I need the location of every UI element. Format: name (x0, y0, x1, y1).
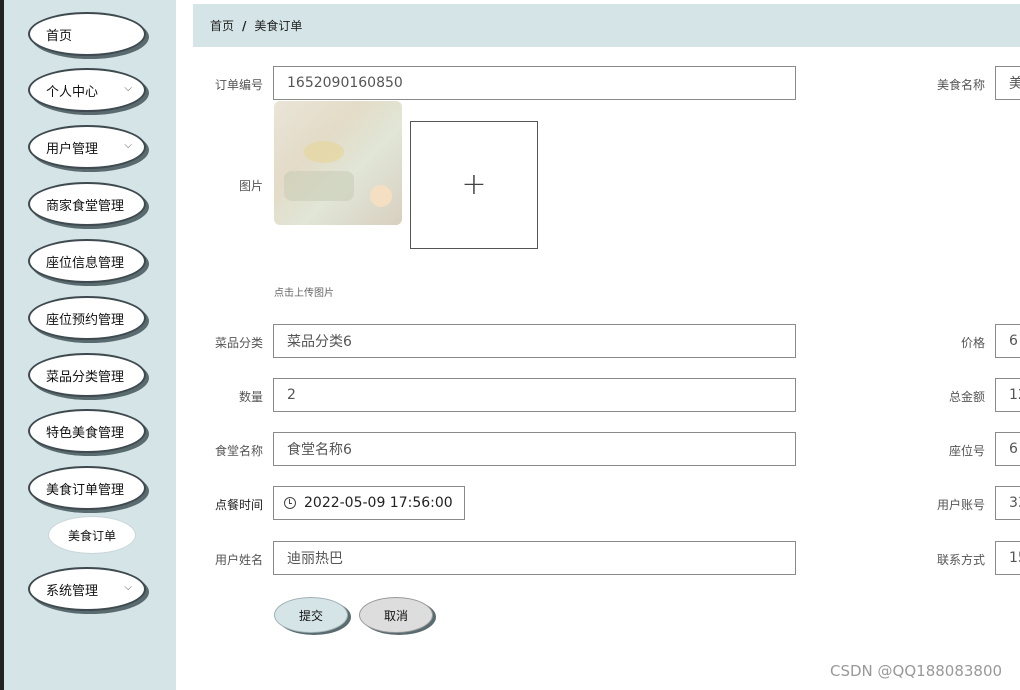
user-name-field[interactable]: 迪丽热巴 (273, 541, 796, 575)
seat-field[interactable]: 6 (995, 432, 1020, 466)
user-account-field[interactable]: 33 (995, 486, 1020, 520)
sidebar-item-label: 个人中心 (46, 84, 99, 100)
quantity-field[interactable]: 2 (273, 378, 796, 412)
sidebar-item-label: 座位预约管理 (46, 312, 125, 328)
sidebar-item-label: 菜品分类管理 (46, 369, 125, 385)
plus-icon: + (461, 167, 487, 202)
image-upload-button[interactable]: + (410, 121, 538, 249)
sidebar-item-home[interactable]: 首页 (28, 12, 146, 56)
sidebar: 首页 个人中心 ⌵ 用户管理 ⌵ 商家食堂管理 座位信息管理 座位预约管理 菜品… (4, 0, 176, 690)
submit-button[interactable]: 提交 (274, 597, 348, 633)
sidebar-item-label: 美食订单管理 (46, 482, 125, 498)
total-label: 总金额 (948, 390, 985, 404)
sidebar-item-user-management[interactable]: 用户管理 ⌵ (28, 125, 146, 169)
image-label: 图片 (238, 179, 263, 193)
total-field[interactable]: 12 (995, 378, 1020, 412)
sidebar-item-seat-info-management[interactable]: 座位信息管理 (28, 239, 146, 283)
user-account-label: 用户账号 (936, 498, 985, 512)
category-field[interactable]: 菜品分类6 (273, 324, 796, 358)
sidebar-item-label: 首页 (46, 28, 73, 44)
chevron-down-icon: ⌵ (124, 140, 132, 151)
sidebar-item-personal-center[interactable]: 个人中心 ⌵ (28, 68, 146, 112)
sidebar-subitem-food-orders[interactable]: 美食订单 (48, 516, 136, 554)
user-name-label: 用户姓名 (214, 553, 263, 567)
category-label: 菜品分类 (214, 336, 263, 350)
canteen-field[interactable]: 食堂名称6 (273, 432, 796, 466)
food-name-field[interactable]: 美 (995, 66, 1020, 100)
breadcrumb: 首页 / 美食订单 (193, 4, 1020, 47)
price-label: 价格 (960, 336, 985, 350)
breadcrumb-home[interactable]: 首页 (210, 17, 234, 34)
watermark: CSDN @QQ188083800 (830, 662, 1003, 680)
sidebar-item-seat-reservation-management[interactable]: 座位预约管理 (28, 296, 146, 340)
contact-label: 联系方式 (936, 553, 985, 567)
chevron-down-icon: ⌵ (124, 582, 132, 593)
sidebar-item-label: 系统管理 (46, 583, 99, 599)
seat-label: 座位号 (948, 444, 985, 458)
sidebar-item-label: 商家食堂管理 (46, 198, 125, 214)
sidebar-item-label: 特色美食管理 (46, 425, 125, 441)
sidebar-item-canteen-management[interactable]: 商家食堂管理 (28, 182, 146, 226)
sidebar-item-label: 座位信息管理 (46, 255, 125, 271)
sidebar-item-label: 用户管理 (46, 141, 99, 157)
sidebar-item-system-management[interactable]: 系统管理 ⌵ (28, 567, 146, 611)
price-field[interactable]: 6 (995, 324, 1020, 358)
quantity-label: 数量 (238, 390, 263, 404)
order-time-value: 2022-05-09 17:56:00 (304, 495, 453, 511)
order-no-label: 订单编号 (214, 78, 263, 92)
canteen-label: 食堂名称 (214, 444, 263, 458)
sidebar-item-dish-category-management[interactable]: 菜品分类管理 (28, 353, 146, 397)
order-time-label: 点餐时间 (214, 498, 263, 512)
sidebar-subitem-label: 美食订单 (67, 528, 116, 543)
food-photo (274, 101, 402, 225)
breadcrumb-current: 美食订单 (254, 19, 303, 33)
order-time-field[interactable]: 2022-05-09 17:56:00 (273, 486, 465, 520)
sidebar-item-featured-food-management[interactable]: 特色美食管理 (28, 409, 146, 453)
food-name-label: 美食名称 (936, 78, 985, 92)
clock-icon (284, 497, 296, 509)
contact-field[interactable]: 15 (995, 541, 1020, 575)
breadcrumb-separator: / (242, 18, 247, 33)
upload-hint: 点击上传图片 (274, 288, 334, 299)
chevron-down-icon: ⌵ (124, 83, 132, 94)
order-no-field[interactable]: 1652090160850 (273, 66, 796, 100)
sidebar-item-food-order-management[interactable]: 美食订单管理 (28, 466, 146, 510)
cancel-button[interactable]: 取消 (359, 597, 433, 633)
